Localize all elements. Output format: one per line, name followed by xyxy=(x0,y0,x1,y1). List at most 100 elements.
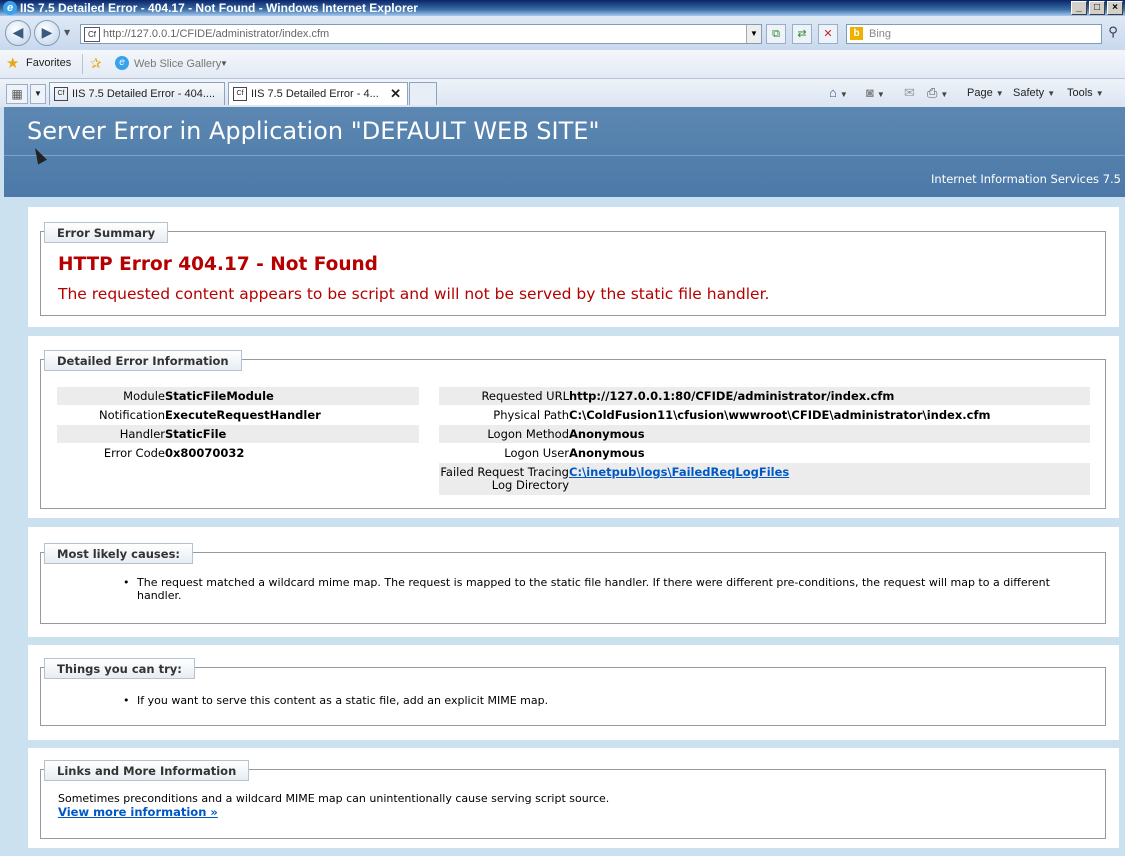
window-title-bar: e IIS 7.5 Detailed Error - 404.17 - Not … xyxy=(0,0,1125,16)
refresh-icon: ⇄ xyxy=(797,27,807,40)
home-icon: ⌂ xyxy=(829,85,837,100)
add-to-favorites-icon[interactable]: ✰ xyxy=(90,56,102,71)
address-dropdown-button[interactable]: ▼ xyxy=(746,25,761,43)
server-version-label: Internet Information Services 7.5 xyxy=(931,172,1121,186)
error-message: The requested content appears to be scri… xyxy=(58,285,770,303)
magnifier-icon: ⚲ xyxy=(1108,25,1118,40)
tracing-label-line2: Log Directory xyxy=(491,478,569,492)
links-info-fieldset: Links and More Information Sometimes pre… xyxy=(40,760,1106,839)
quick-tabs-button[interactable]: ▦ xyxy=(6,84,28,104)
chevron-down-icon: ▼ xyxy=(1095,89,1104,98)
compatibility-view-button[interactable]: ⧉ xyxy=(766,24,786,44)
web-slice-icon: e xyxy=(115,56,129,70)
coldfusion-tab-icon: Cf xyxy=(233,87,247,102)
safety-menu[interactable]: Safety ▼ xyxy=(1013,85,1055,101)
detail-row-requested-url: Requested URL http://127.0.0.1:80/CFIDE/… xyxy=(439,387,1090,405)
detail-row-handler: Handler StaticFile xyxy=(57,425,419,443)
web-slice-gallery-link[interactable]: Web Slice Gallery xyxy=(134,58,221,70)
detail-label: Module xyxy=(123,389,165,403)
recent-pages-dropdown[interactable]: ▼ xyxy=(64,28,70,37)
web-slice-dropdown[interactable]: ▼ xyxy=(220,59,228,68)
tab-label: IIS 7.5 Detailed Error - 4... xyxy=(251,88,379,101)
chevron-down-icon: ▼ xyxy=(1047,89,1056,98)
back-button[interactable]: ◀ xyxy=(5,20,31,46)
detail-value: ExecuteRequestHandler xyxy=(165,408,321,422)
address-input[interactable]: Cf http://127.0.0.1/CFIDE/administrator/… xyxy=(80,24,762,44)
printer-icon: ⎙ xyxy=(927,85,938,100)
feeds-button[interactable]: ◙ ▼ xyxy=(866,85,885,101)
detail-label: Handler xyxy=(119,427,165,441)
feeds-dropdown-icon: ▼ xyxy=(876,90,885,99)
tab-error-2[interactable]: Cf IIS 7.5 Detailed Error - 4... ✕ xyxy=(228,82,408,105)
coldfusion-tab-icon: Cf xyxy=(54,87,68,102)
favorites-button[interactable]: Favorites xyxy=(26,57,71,69)
failed-request-log-link[interactable]: C:\inetpub\logs\FailedReqLogFiles xyxy=(569,463,789,481)
bullet-icon: • xyxy=(123,694,130,707)
tab-list-dropdown[interactable]: ▼ xyxy=(30,84,46,104)
home-button[interactable]: ⌂ ▼ xyxy=(829,85,848,101)
detail-value: Anonymous xyxy=(569,446,645,460)
detail-row-logon-method: Logon Method Anonymous xyxy=(439,425,1090,443)
tab-error-1[interactable]: Cf IIS 7.5 Detailed Error - 404.... xyxy=(49,82,225,105)
tracing-label-line1: Failed Request Tracing xyxy=(440,465,569,479)
read-mail-button[interactable]: ✉ xyxy=(904,85,915,101)
page-menu-label: Page xyxy=(967,87,993,99)
cause-text: The request matched a wildcard mime map.… xyxy=(137,576,1050,602)
mail-icon: ✉ xyxy=(904,85,915,100)
detail-row-failed-request-tracing: Failed Request Tracing Log Directory C:\i… xyxy=(439,463,1090,495)
detail-row-logon-user: Logon User Anonymous xyxy=(439,444,1090,462)
detailed-error-panel: Detailed Error Information Module Static… xyxy=(28,336,1119,518)
tools-menu[interactable]: Tools ▼ xyxy=(1067,85,1104,101)
address-url-text: http://127.0.0.1/CFIDE/administrator/ind… xyxy=(103,28,330,40)
detail-label: Logon Method xyxy=(487,427,569,441)
ie-logo-icon: e xyxy=(3,1,17,15)
stop-button[interactable]: ✕ xyxy=(818,24,838,44)
refresh-button[interactable]: ⇄ xyxy=(792,24,812,44)
error-summary-panel: Error Summary HTTP Error 404.17 - Not Fo… xyxy=(28,207,1119,327)
detail-row-physical-path: Physical Path C:\ColdFusion11\cfusion\ww… xyxy=(439,406,1090,424)
things-to-try-panel: Things you can try: • If you want to ser… xyxy=(28,645,1119,740)
things-to-try-legend: Things you can try: xyxy=(44,658,195,679)
favorites-divider xyxy=(82,54,83,74)
back-arrow-icon: ◀ xyxy=(12,25,24,41)
detailed-error-legend: Detailed Error Information xyxy=(44,350,242,371)
close-tab-icon[interactable]: ✕ xyxy=(390,83,401,105)
rss-feed-icon: ◙ xyxy=(866,85,874,100)
likely-causes-panel: Most likely causes: • The request matche… xyxy=(28,527,1119,637)
search-input[interactable]: b Bing xyxy=(846,24,1102,44)
minimize-button[interactable]: _ xyxy=(1071,1,1087,15)
links-info-text: Sometimes preconditions and a wildcard M… xyxy=(58,792,610,805)
maximize-button[interactable]: □ xyxy=(1089,1,1105,15)
detail-label: Failed Request Tracing Log Directory xyxy=(439,466,569,492)
view-more-information-link[interactable]: View more information » xyxy=(58,805,218,819)
cause-list-item: • The request matched a wildcard mime ma… xyxy=(123,576,1092,602)
detail-label: Error Code xyxy=(103,446,165,460)
bullet-icon: • xyxy=(123,576,130,589)
page-menu[interactable]: Page ▼ xyxy=(967,85,1004,101)
detail-label: Requested URL xyxy=(481,389,569,403)
try-text: If you want to serve this content as a s… xyxy=(137,694,549,707)
compatibility-icon: ⧉ xyxy=(772,27,780,40)
search-button[interactable]: ⚲ xyxy=(1104,24,1122,42)
favorites-bar: ★ Favorites ✰ e Web Slice Gallery ▼ xyxy=(0,50,1125,79)
address-toolbar: ◀ ▶ ▼ Cf http://127.0.0.1/CFIDE/administ… xyxy=(0,16,1125,50)
forward-button[interactable]: ▶ xyxy=(34,20,60,46)
chevron-down-icon: ▼ xyxy=(995,89,1004,98)
close-window-button[interactable]: × xyxy=(1107,1,1123,15)
search-placeholder: Bing xyxy=(869,28,892,40)
detail-row-module: Module StaticFileModule xyxy=(57,387,419,405)
coldfusion-favicon-icon: Cf xyxy=(84,27,100,42)
detail-value: 0x80070032 xyxy=(165,446,245,460)
print-button[interactable]: ⎙ ▼ xyxy=(927,85,948,101)
favorites-star-icon[interactable]: ★ xyxy=(6,56,19,71)
detail-value: StaticFileModule xyxy=(165,389,274,403)
tab-label: IIS 7.5 Detailed Error - 404.... xyxy=(72,88,216,101)
print-dropdown-icon: ▼ xyxy=(940,90,949,99)
detail-value: C:\ColdFusion11\cfusion\wwwroot\CFIDE\ad… xyxy=(569,408,991,422)
detail-label: Notification xyxy=(99,408,165,422)
bing-logo-icon: b xyxy=(850,27,863,40)
things-to-try-fieldset: Things you can try: • If you want to ser… xyxy=(40,658,1106,726)
new-tab-button[interactable] xyxy=(409,82,437,105)
error-title: HTTP Error 404.17 - Not Found xyxy=(58,254,378,275)
home-dropdown-icon: ▼ xyxy=(839,90,848,99)
